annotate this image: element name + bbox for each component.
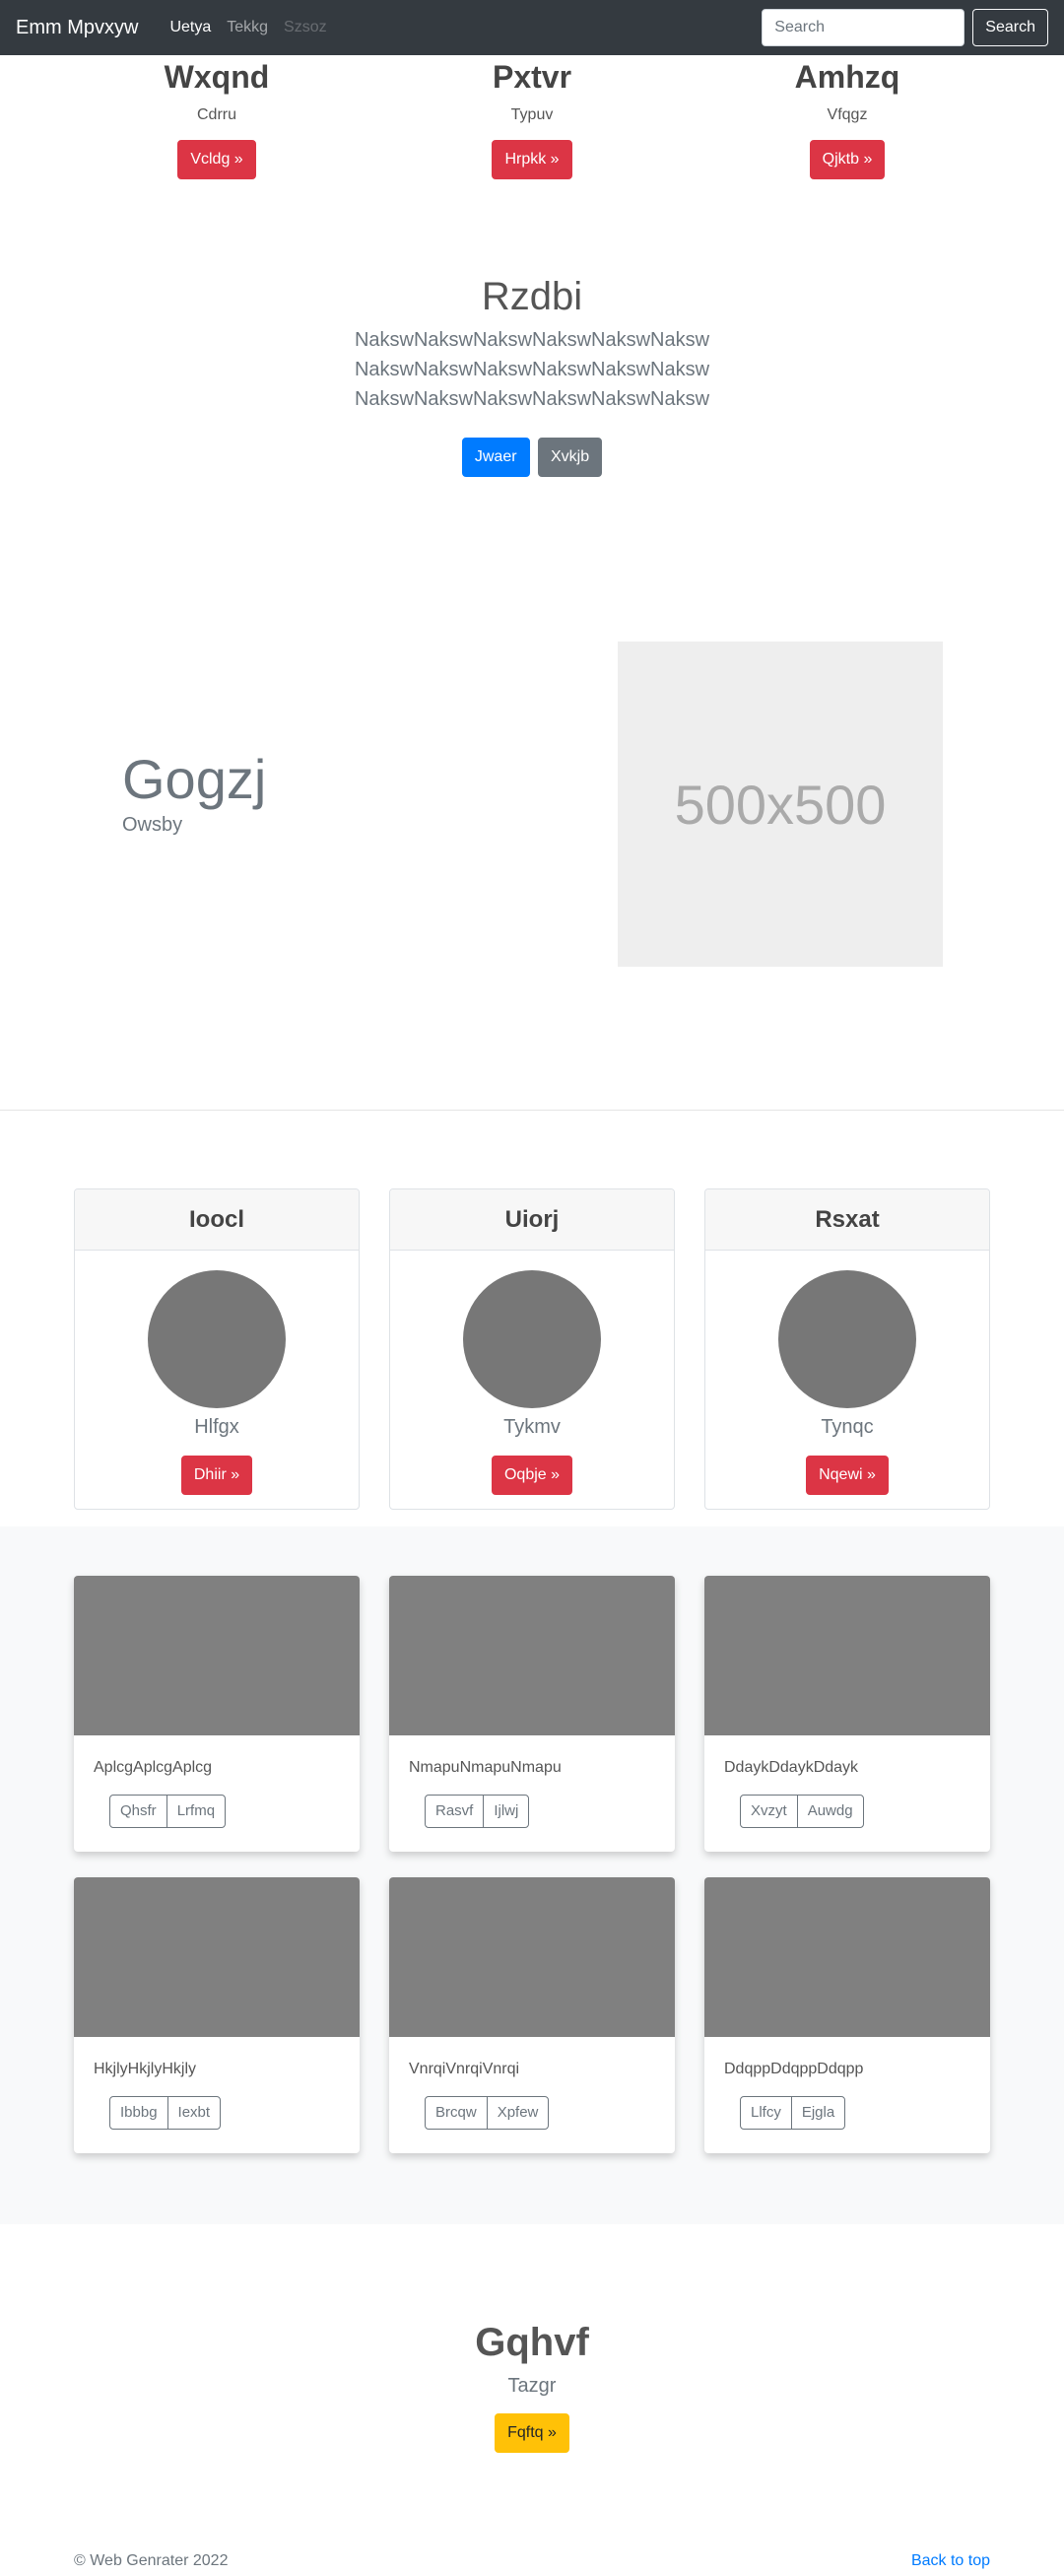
navbar-brand[interactable]: Emm Mpvxyw: [16, 17, 138, 39]
cta-title: Gqhvf: [475, 2321, 589, 2364]
album-card: NmapuNmapuNmapu Rasvf Ijlwj: [389, 1576, 675, 1852]
feature-subtitle: Owsby: [122, 814, 183, 836]
card-header: Uiorj: [390, 1189, 674, 1251]
card-button-xvzyt[interactable]: Xvzyt: [740, 1795, 798, 1828]
avatar: [148, 1270, 286, 1408]
feature-title: Gogzj: [122, 748, 267, 810]
card-button-group: Qhsfr Lrfmq: [109, 1795, 360, 1828]
card-button-llfcy[interactable]: Llfcy: [740, 2096, 792, 2130]
card-thumbnail: [389, 1576, 675, 1735]
card-thumbnail: [74, 1877, 360, 2037]
card-button-group: Ibbbg Iexbt: [109, 2096, 360, 2130]
card-button-ejgla[interactable]: Ejgla: [790, 2096, 846, 2130]
nav-link-szsoz: Szsoz: [284, 19, 327, 35]
album-card: HkjlyHkjlyHkjly Ibbbg Iexbt: [74, 1877, 360, 2153]
footer-copyright: © Web Genrater 2022: [74, 2552, 229, 2569]
album-card: VnrqiVnrqiVnrqi Brcqw Xpfew: [389, 1877, 675, 2153]
column-text: Cdrru: [196, 106, 236, 123]
album-card: DdqppDdqppDdqpp Llfcy Ejgla: [704, 1877, 990, 2153]
card-text: VnrqiVnrqiVnrqi: [409, 2061, 520, 2077]
card-button-group: Xvzyt Auwdg: [740, 1795, 990, 1828]
card-header: Ioocl: [75, 1189, 359, 1251]
top-column-1: Wxqnd Cdrru Vcldg »: [69, 55, 365, 179]
card-text: NmapuNmapuNmapu: [409, 1759, 562, 1776]
column-text: Vfqgz: [827, 106, 868, 123]
column-title: Pxtvr: [492, 59, 572, 95]
lead-line: NakswNakswNakswNakswNakswNaksw: [354, 359, 710, 380]
search-input[interactable]: [762, 9, 965, 46]
placeholder-label: 500x500: [674, 773, 887, 836]
top-column-3: Amhzq Vfqgz Qjktb »: [699, 55, 995, 179]
section-divider: [0, 1110, 1064, 1111]
card-button-auwdg[interactable]: Auwdg: [796, 1795, 864, 1828]
card-button-qhsfr[interactable]: Qhsfr: [109, 1795, 167, 1828]
feature-image-placeholder: 500x500: [618, 642, 943, 967]
jumbotron-lead: NakswNakswNakswNakswNakswNaksw NakswNaks…: [0, 325, 1064, 414]
lead-line: NakswNakswNakswNakswNakswNaksw: [354, 388, 710, 410]
column-button-qjktb[interactable]: Qjktb »: [809, 140, 886, 179]
jwaer-button[interactable]: Jwaer: [461, 438, 530, 477]
column-title: Amhzq: [794, 59, 900, 95]
xvkjb-button[interactable]: Xvkjb: [538, 438, 603, 477]
feature-heading: Gogzj Owsby: [122, 747, 266, 837]
card-button-ibbbg[interactable]: Ibbbg: [109, 2096, 168, 2130]
album-card: AplcgAplcgAplcg Qhsfr Lrfmq: [74, 1576, 360, 1852]
profile-name: Hlfgx: [194, 1416, 239, 1438]
nav-link-uetya[interactable]: Uetya: [169, 19, 211, 36]
card-button-group: Llfcy Ejgla: [740, 2096, 990, 2130]
avatar: [778, 1270, 916, 1408]
card-button-group: Brcqw Xpfew: [425, 2096, 675, 2130]
top-column-2: Pxtvr Typuv Hrpkk »: [384, 55, 680, 179]
navbar: Emm Mpvxyw Uetya Tekkg Szsoz Search: [0, 0, 1064, 55]
back-to-top-link[interactable]: Back to top: [911, 2552, 990, 2570]
profile-name: Tynqc: [821, 1416, 874, 1438]
card-thumbnail: [704, 1576, 990, 1735]
jumbotron-buttons: Jwaer Xvkjb: [0, 438, 1064, 477]
cta-subtitle: Tazgr: [507, 2375, 557, 2397]
card-button-ijlwj[interactable]: Ijlwj: [483, 1795, 530, 1828]
lead-line: NakswNakswNakswNakswNakswNaksw: [354, 329, 710, 351]
card-button-brcqw[interactable]: Brcqw: [425, 2096, 488, 2130]
card-button-rasvf[interactable]: Rasvf: [425, 1795, 485, 1828]
card-text: AplcgAplcgAplcg: [94, 1759, 213, 1776]
album-section: AplcgAplcgAplcg Qhsfr Lrfmq NmapuNmapuNm…: [0, 1526, 1064, 2224]
profile-card-3: Rsxat Tynqc Nqewi »: [704, 1188, 990, 1510]
card-button-iexbt[interactable]: Iexbt: [166, 2096, 222, 2130]
card-thumbnail: [389, 1877, 675, 2037]
profile-button-nqewi[interactable]: Nqewi »: [806, 1456, 889, 1495]
card-text: HkjlyHkjlyHkjly: [94, 2061, 196, 2077]
profile-name: Tykmv: [503, 1416, 561, 1438]
profile-card-2: Uiorj Tykmv Oqbje »: [389, 1188, 675, 1510]
column-button-vcldg[interactable]: Vcldg »: [177, 140, 256, 179]
nav-link-tekkg[interactable]: Tekkg: [227, 19, 268, 36]
jumbotron: Rzdbi NakswNakswNakswNakswNakswNaksw Nak…: [0, 272, 1064, 477]
profile-card-1: Ioocl Hlfgx Dhiir »: [74, 1188, 360, 1510]
card-button-lrfmq[interactable]: Lrfmq: [166, 1795, 227, 1828]
card-thumbnail: [74, 1576, 360, 1735]
card-text: DdqppDdqppDdqpp: [724, 2061, 864, 2077]
jumbotron-title: Rzdbi: [481, 275, 583, 318]
column-title: Wxqnd: [164, 59, 270, 95]
column-text: Typuv: [510, 106, 554, 123]
column-button-hrpkk[interactable]: Hrpkk »: [492, 140, 572, 179]
profile-button-oqbje[interactable]: Oqbje »: [491, 1456, 573, 1495]
search-button[interactable]: Search: [972, 9, 1048, 46]
album-card: DdaykDdaykDdayk Xvzyt Auwdg: [704, 1576, 990, 1852]
cta-section: Gqhvf Tazgr Fqftq »: [0, 2318, 1064, 2453]
card-button-xpfew[interactable]: Xpfew: [486, 2096, 550, 2130]
card-text: DdaykDdaykDdayk: [724, 1759, 859, 1776]
avatar: [463, 1270, 601, 1408]
profile-button-dhiir[interactable]: Dhiir »: [180, 1456, 253, 1495]
cta-button-fqftq[interactable]: Fqftq »: [495, 2413, 569, 2453]
card-header: Rsxat: [705, 1189, 989, 1251]
card-thumbnail: [704, 1877, 990, 2037]
card-button-group: Rasvf Ijlwj: [425, 1795, 675, 1828]
